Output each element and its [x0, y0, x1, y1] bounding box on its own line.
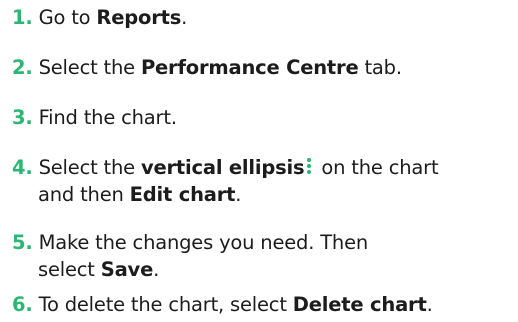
step-text: on the chart: [315, 156, 439, 179]
vertical-ellipsis-icon: [306, 158, 312, 176]
step-emphasis: Performance Centre: [140, 56, 359, 79]
step-number: 2.: [12, 56, 33, 79]
step-text: .: [181, 6, 188, 29]
step-text: To delete the chart, select: [38, 293, 293, 316]
step-emphasis: Reports: [96, 6, 182, 29]
step-emphasis: Delete chart: [292, 293, 427, 316]
step-text: select: [38, 258, 101, 281]
step-number: 3.: [12, 106, 33, 129]
step-3: 3. Find the chart.: [12, 104, 177, 131]
step-text: Select the: [38, 156, 141, 179]
step-number: 4.: [12, 156, 33, 179]
step-continuation: select Save.: [12, 256, 368, 283]
step-text: .: [235, 183, 242, 206]
step-text: Make the changes you need. Then: [38, 231, 369, 254]
step-continuation: and then Edit chart.: [12, 181, 438, 208]
step-5: 5. Make the changes you need. Then selec…: [12, 229, 368, 283]
step-text: Go to: [38, 6, 97, 29]
step-2: 2. Select the Performance Centre tab.: [12, 54, 402, 81]
step-emphasis: Edit chart: [129, 183, 236, 206]
step-4: 4. Select the vertical ellipsis on the c…: [12, 154, 439, 208]
step-text: .: [426, 293, 433, 316]
step-text: and then: [38, 183, 130, 206]
step-text: Find the chart.: [38, 106, 177, 129]
step-text: .: [153, 258, 160, 281]
step-emphasis: Save: [100, 258, 154, 281]
step-number: 1.: [12, 6, 33, 29]
step-number: 5.: [12, 231, 33, 254]
step-number: 6.: [12, 293, 33, 316]
step-emphasis: vertical ellipsis: [140, 156, 305, 179]
step-1: 1. Go to Reports.: [12, 4, 187, 31]
instruction-steps: 1. Go to Reports. 2. Select the Performa…: [0, 0, 518, 322]
step-6: 6. To delete the chart, select Delete ch…: [12, 291, 433, 318]
step-text: Select the: [38, 56, 141, 79]
step-text: tab.: [358, 56, 402, 79]
